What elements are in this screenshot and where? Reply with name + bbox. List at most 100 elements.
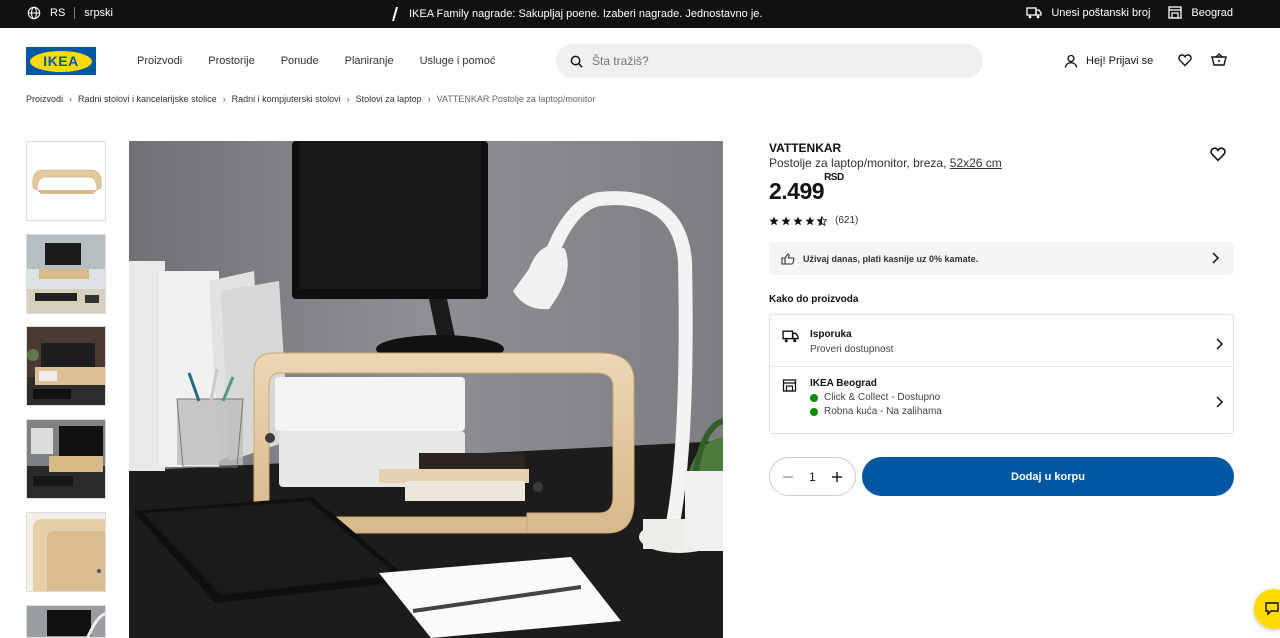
delivery-title: Isporuka bbox=[810, 329, 852, 340]
store-icon bbox=[1168, 6, 1183, 19]
click-collect-status: Click & Collect - Dostupno bbox=[810, 392, 942, 403]
promo-text: IKEA Family nagrade: Sakupljaj poene. Iz… bbox=[409, 8, 763, 20]
breadcrumb-item[interactable]: Radni stolovi i kancelarijske stolice bbox=[78, 94, 217, 104]
truck-icon bbox=[782, 330, 799, 343]
price-currency: RSD bbox=[824, 172, 844, 184]
logo-text: IKEA bbox=[30, 50, 92, 72]
thumbnail-1[interactable] bbox=[26, 141, 106, 221]
availability-heading: Kako do proizvoda bbox=[769, 294, 859, 305]
nav-item-products[interactable]: Proizvodi bbox=[137, 55, 182, 67]
review-count: (621) bbox=[835, 215, 859, 226]
pay-later-text: Uživaj danas, plati kasnije uz 0% kamate… bbox=[803, 253, 979, 264]
heart-icon[interactable] bbox=[1178, 53, 1192, 67]
chevron-right-icon: › bbox=[69, 94, 73, 104]
postal-label: Unesi poštanski broj bbox=[1051, 6, 1151, 19]
search-input[interactable] bbox=[592, 54, 952, 68]
price-value: 2.499 bbox=[769, 178, 825, 204]
thumbnail-5[interactable] bbox=[26, 512, 106, 592]
rating[interactable]: (621) bbox=[769, 215, 858, 226]
star-icon bbox=[793, 216, 803, 225]
add-to-cart-button[interactable]: Dodaj u korpu bbox=[862, 457, 1234, 496]
globe-icon bbox=[27, 6, 41, 20]
store-selector[interactable]: Beograd bbox=[1168, 6, 1233, 19]
ikea-logo[interactable]: IKEA bbox=[26, 47, 96, 75]
product-description-text: Postolje za laptop/monitor, breza, bbox=[769, 156, 947, 170]
chevron-right-icon: › bbox=[222, 94, 226, 104]
nav-item-planning[interactable]: Planiranje bbox=[345, 55, 394, 67]
user-icon bbox=[1064, 54, 1078, 68]
chevron-right-icon bbox=[1216, 396, 1224, 408]
breadcrumb-current: VATTENKAR Postolje za laptop/monitor bbox=[436, 94, 596, 104]
family-card-icon bbox=[392, 7, 398, 21]
half-star-icon bbox=[817, 215, 827, 226]
thumbnail-image bbox=[27, 420, 105, 498]
nav-item-services[interactable]: Usluge i pomoć bbox=[420, 55, 496, 67]
store-title: IKEA Beograd bbox=[810, 378, 877, 389]
cart-icon[interactable] bbox=[1211, 53, 1227, 67]
star-icon bbox=[769, 216, 779, 225]
nav-item-offers[interactable]: Ponude bbox=[281, 55, 319, 67]
thumbnail-image bbox=[27, 142, 105, 220]
topbar-right: Unesi poštanski broj Beograd bbox=[1026, 6, 1233, 19]
main-nav: Proizvodi Prostorije Ponude Planiranje U… bbox=[137, 55, 495, 67]
product-name: VATTENKAR bbox=[769, 141, 842, 155]
quantity-value[interactable]: 1 bbox=[809, 470, 816, 484]
postal-code-link[interactable]: Unesi poštanski broj bbox=[1026, 7, 1150, 19]
quantity-stepper[interactable]: 1 bbox=[769, 457, 856, 496]
product-description: Postolje za laptop/monitor, breza, 52x26… bbox=[769, 156, 1002, 170]
product-main-image[interactable] bbox=[129, 141, 723, 638]
pay-later-banner[interactable]: Uživaj danas, plati kasnije uz 0% kamate… bbox=[769, 242, 1234, 275]
store-icon bbox=[782, 379, 797, 392]
thumbnail-image bbox=[27, 235, 105, 313]
divider bbox=[770, 366, 1233, 367]
login-label: Hej! Prijavi se bbox=[1086, 55, 1154, 67]
breadcrumb-item[interactable]: Radni i kompjuterski stolovi bbox=[232, 94, 341, 104]
in-store-status: Robna kuća - Na zalihama bbox=[810, 406, 942, 417]
top-bar: RS srpski IKEA Family nagrade: Sakupljaj… bbox=[0, 0, 1280, 28]
status-dot bbox=[810, 393, 818, 402]
in-store-text: Robna kuća - Na zalihama bbox=[824, 406, 942, 417]
star-icon bbox=[805, 216, 815, 225]
delivery-option[interactable]: Isporuka Proveri dostupnost bbox=[782, 328, 1224, 368]
breadcrumb-item[interactable]: Stolovi za laptop bbox=[356, 94, 422, 104]
minus-icon[interactable] bbox=[782, 471, 794, 483]
thumbnail-image bbox=[27, 513, 105, 591]
store-label: Beograd bbox=[1191, 6, 1233, 19]
thumbnail-6[interactable] bbox=[26, 605, 106, 638]
product-price: 2.499RSD bbox=[769, 172, 844, 205]
star-icon bbox=[781, 216, 791, 225]
locale-selector[interactable]: RS srpski bbox=[27, 6, 113, 20]
click-collect-text: Click & Collect - Dostupno bbox=[824, 392, 941, 403]
product-size-link[interactable]: 52x26 cm bbox=[950, 156, 1002, 170]
availability-box: Isporuka Proveri dostupnost IKEA Beograd… bbox=[769, 314, 1234, 434]
status-dot bbox=[810, 407, 818, 416]
chevron-right-icon: › bbox=[346, 94, 350, 104]
header: IKEA Proizvodi Prostorije Ponude Planira… bbox=[0, 28, 1280, 94]
store-option[interactable]: IKEA Beograd Click & Collect - Dostupno … bbox=[782, 377, 1224, 427]
chevron-right-icon bbox=[1212, 252, 1220, 264]
search-bar[interactable] bbox=[556, 44, 983, 78]
plus-icon[interactable] bbox=[831, 471, 843, 483]
delivery-subtitle: Proveri dostupnost bbox=[810, 344, 894, 355]
breadcrumb-item[interactable]: Proizvodi bbox=[26, 94, 63, 104]
login-link[interactable]: Hej! Prijavi se bbox=[1064, 54, 1153, 68]
product-photo bbox=[129, 141, 723, 638]
thumbnail-image bbox=[27, 606, 105, 637]
thumbnail-3[interactable] bbox=[26, 326, 106, 406]
chat-icon bbox=[1265, 602, 1279, 616]
divider bbox=[74, 7, 76, 19]
thumbnail-2[interactable] bbox=[26, 234, 106, 314]
country-code[interactable]: RS bbox=[50, 7, 65, 19]
promo-banner[interactable]: IKEA Family nagrade: Sakupljaj poene. Iz… bbox=[390, 7, 762, 21]
chevron-right-icon: › bbox=[427, 94, 431, 104]
nav-item-rooms[interactable]: Prostorije bbox=[208, 55, 254, 67]
language-label[interactable]: srpski bbox=[84, 7, 113, 19]
favorite-heart-icon[interactable] bbox=[1210, 146, 1226, 162]
chat-button[interactable] bbox=[1254, 589, 1280, 629]
breadcrumb: Proizvodi › Radni stolovi i kancelarijsk… bbox=[26, 94, 595, 104]
search-icon[interactable] bbox=[570, 55, 583, 68]
thumbs-up-icon bbox=[781, 252, 795, 265]
thumbnail-image bbox=[27, 327, 105, 405]
chevron-right-icon bbox=[1216, 338, 1224, 350]
thumbnail-4[interactable] bbox=[26, 419, 106, 499]
